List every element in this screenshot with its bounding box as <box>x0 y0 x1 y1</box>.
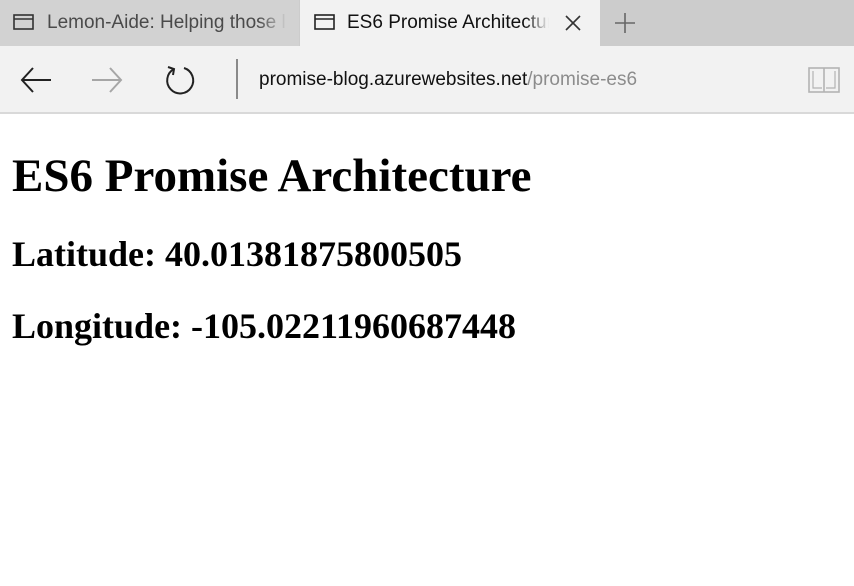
book-icon[interactable] <box>806 65 842 95</box>
plus-icon[interactable] <box>612 10 638 36</box>
latitude-value: 40.01381875800505 <box>165 234 462 274</box>
tab-bar: Lemon-Aide: Helping those l ES6 Promise … <box>0 0 854 46</box>
tab-title: ES6 Promise Architecture <box>347 12 549 33</box>
latitude-label: Latitude: <box>12 234 156 274</box>
refresh-icon[interactable] <box>162 62 198 98</box>
page-content: ES6 Promise Architecture Latitude: 40.01… <box>0 116 854 586</box>
url-path: /promise-es6 <box>527 69 638 90</box>
latitude-heading: Latitude: 40.01381875800505 <box>12 234 462 274</box>
tab-title: Lemon-Aide: Helping those l <box>47 12 286 33</box>
arrow-left-icon[interactable] <box>18 62 54 98</box>
navigation-toolbar: promise-blog.azurewebsites.net/promise-e… <box>0 46 854 114</box>
close-icon[interactable] <box>563 13 583 33</box>
address-separator <box>236 59 238 99</box>
arrow-right-icon[interactable] <box>89 62 125 98</box>
tab-es6-promise[interactable]: ES6 Promise Architecture <box>300 0 600 46</box>
longitude-value: -105.02211960687448 <box>191 306 517 346</box>
page-icon <box>13 14 34 30</box>
page-title: ES6 Promise Architecture <box>12 150 532 202</box>
tab-lemon-aide[interactable]: Lemon-Aide: Helping those l <box>0 0 299 46</box>
longitude-heading: Longitude: -105.02211960687448 <box>12 306 516 346</box>
address-bar[interactable]: promise-blog.azurewebsites.net/promise-e… <box>259 68 651 92</box>
page-icon <box>314 14 335 30</box>
url-host: promise-blog.azurewebsites.net <box>259 69 528 90</box>
longitude-label: Longitude: <box>12 306 183 346</box>
